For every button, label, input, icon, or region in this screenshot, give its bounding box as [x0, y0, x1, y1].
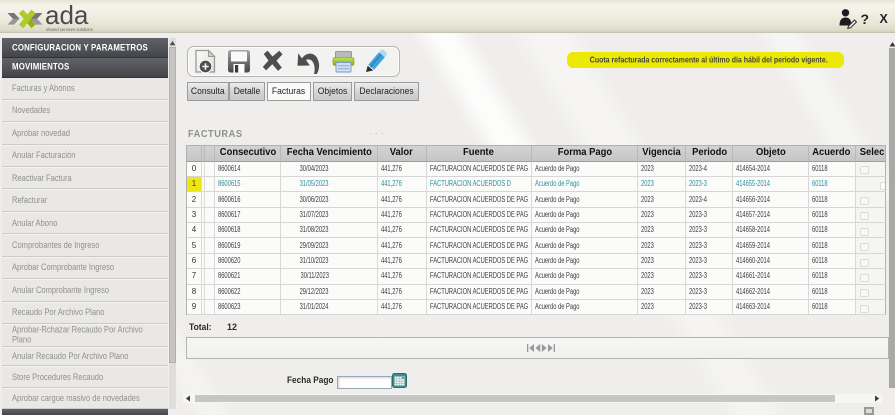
svg-text:?: ? [861, 11, 870, 27]
svg-text:X: X [880, 12, 889, 26]
